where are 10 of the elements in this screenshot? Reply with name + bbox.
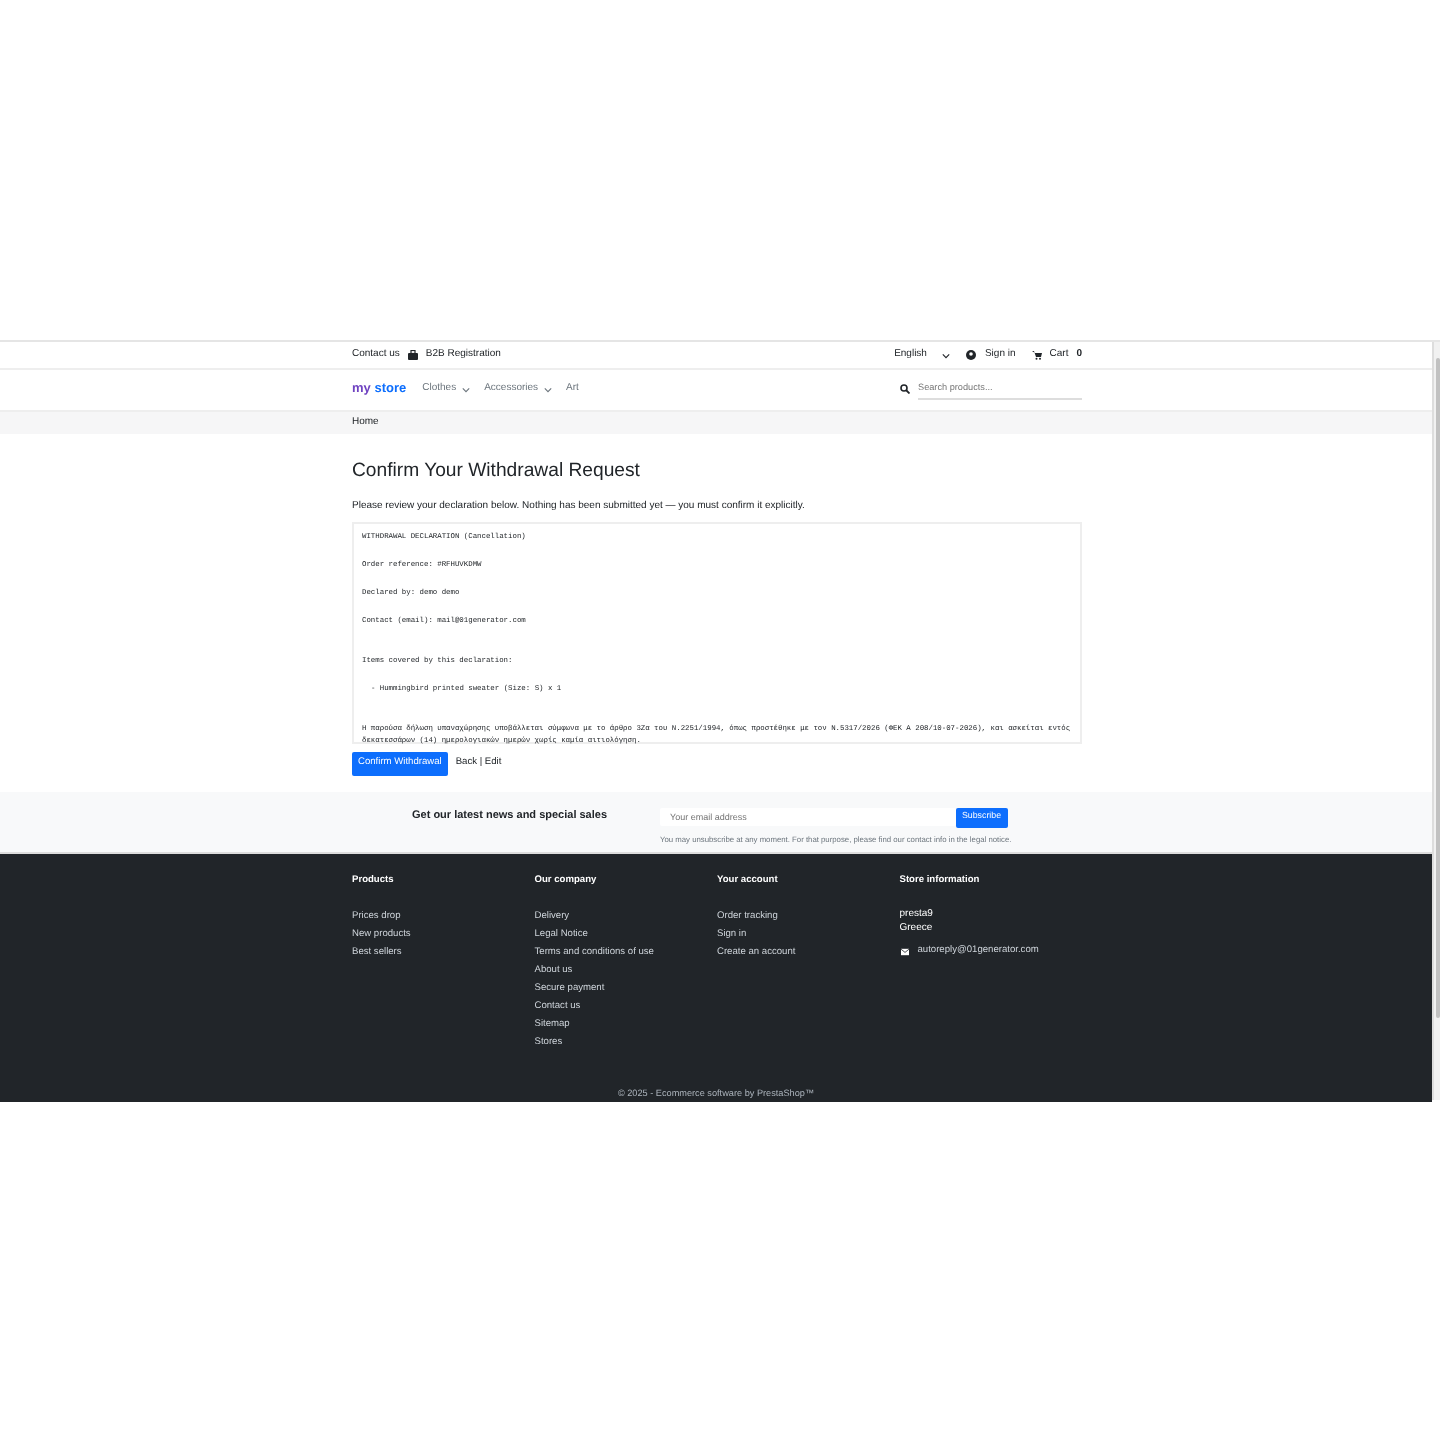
- user-icon: [966, 350, 977, 360]
- chevron-icon: [942, 351, 951, 359]
- chevron-icon: [462, 386, 471, 394]
- cart-icon: [1031, 350, 1042, 360]
- scrollbar-thumb[interactable]: [1435, 358, 1439, 1018]
- search-icon: [900, 384, 910, 395]
- chevron-icon: [544, 386, 553, 394]
- page-heading: Confirm Your Withdrawal Request: [352, 460, 642, 484]
- envelope-icon: [899, 947, 910, 956]
- briefcase-icon: [407, 350, 418, 360]
